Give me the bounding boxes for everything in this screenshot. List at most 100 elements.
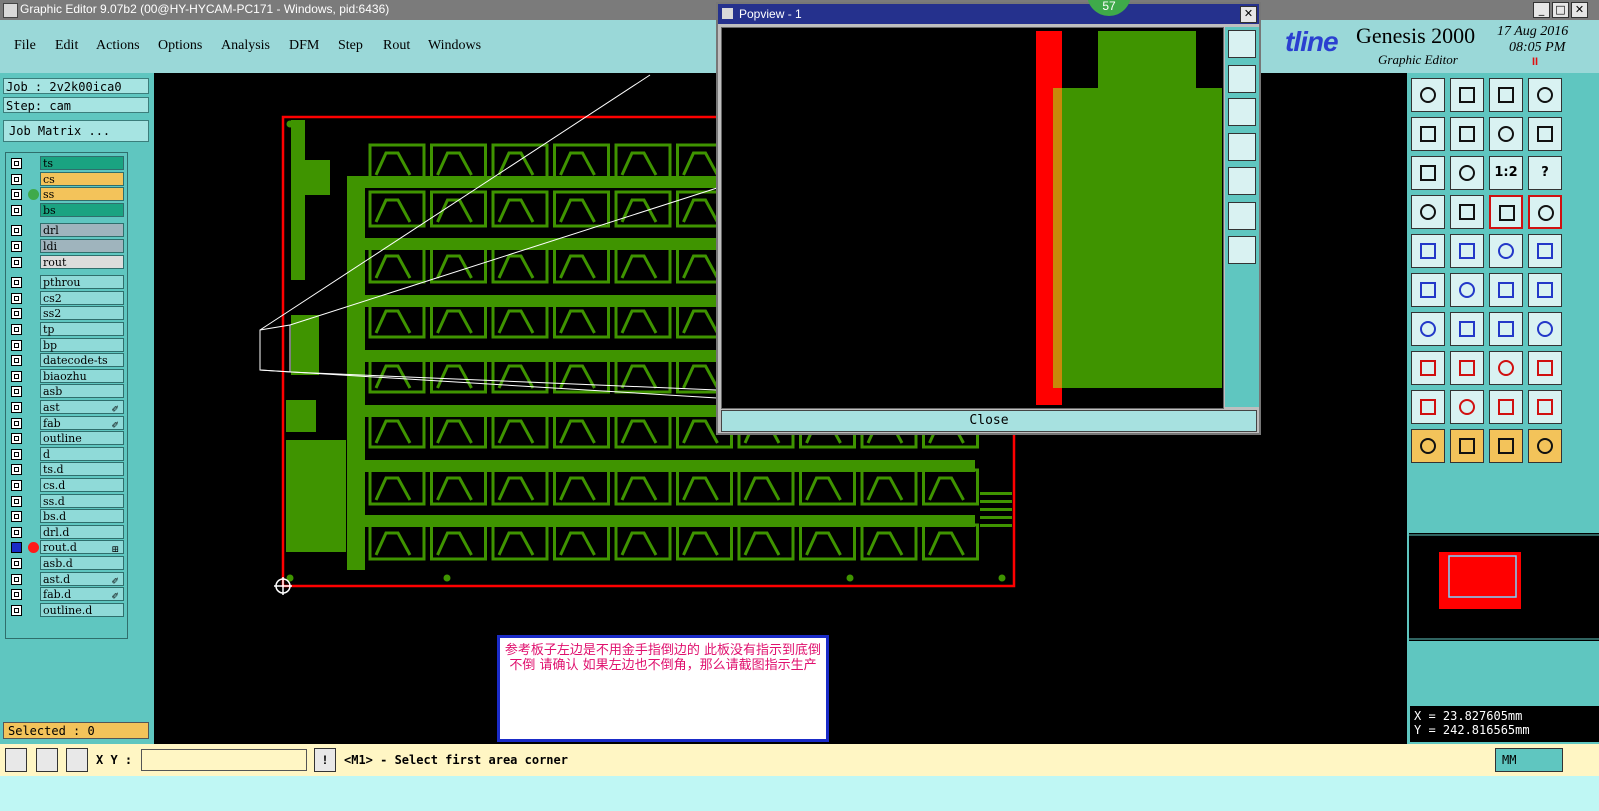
popview-zoom-home-icon[interactable] xyxy=(1228,30,1256,58)
menu-actions[interactable]: Actions xyxy=(96,38,140,54)
layer-name[interactable]: datecode-ts xyxy=(40,353,124,368)
redo-shape-icon[interactable] xyxy=(1528,117,1562,151)
menu-file[interactable]: File xyxy=(14,38,36,54)
layer-checkbox[interactable] xyxy=(11,339,22,351)
layer-row[interactable]: asb xyxy=(6,384,127,399)
layer-checkbox[interactable] xyxy=(11,158,22,169)
move-left-icon[interactable] xyxy=(1411,117,1445,151)
menu-rout[interactable]: Rout xyxy=(383,38,410,54)
pointer-select-icon[interactable] xyxy=(1450,429,1484,463)
window-split-icon[interactable] xyxy=(1528,78,1562,112)
snap-center-icon[interactable] xyxy=(1528,273,1562,307)
layer-checkbox[interactable] xyxy=(11,573,22,585)
menu-options[interactable]: Options xyxy=(158,38,202,54)
ruler-icon[interactable] xyxy=(1489,234,1523,268)
layer-name[interactable]: asb.d xyxy=(40,556,124,570)
layer-name[interactable]: cs.d xyxy=(40,478,124,492)
layer-row[interactable]: biaozhu xyxy=(6,368,127,384)
layer-row[interactable]: ss2 xyxy=(6,306,127,321)
layer-name[interactable]: outline xyxy=(40,431,124,446)
home-icon[interactable] xyxy=(1489,78,1523,112)
layer-row[interactable]: ss xyxy=(6,187,127,202)
layer-checkbox[interactable] xyxy=(11,433,22,445)
layer-name[interactable]: ss2 xyxy=(40,306,124,321)
menu-step[interactable]: Step xyxy=(338,38,363,54)
align-icon[interactable] xyxy=(1411,351,1445,385)
popview-pan-left-icon[interactable] xyxy=(1228,133,1256,161)
pointer-icon[interactable] xyxy=(1411,429,1445,463)
menu-windows[interactable]: Windows xyxy=(428,38,481,54)
select-pad-icon[interactable] xyxy=(1411,234,1445,268)
popview-pan-up-icon[interactable] xyxy=(1228,65,1256,93)
menu-analysis[interactable]: Analysis xyxy=(221,38,270,54)
layer-name[interactable]: fab ✐ xyxy=(40,415,124,431)
popview-close-button[interactable]: Close xyxy=(721,410,1257,432)
layer-row[interactable]: ast ✐ xyxy=(6,400,127,415)
snap-mode-icon[interactable] xyxy=(5,748,27,772)
layer-checkbox[interactable] xyxy=(11,324,22,335)
connect-icon[interactable] xyxy=(1411,273,1445,307)
measure-width-icon[interactable] xyxy=(1489,351,1523,385)
popview-zoom-out-icon[interactable] xyxy=(1228,236,1256,264)
layer-checkbox[interactable] xyxy=(11,204,22,216)
help-icon[interactable]: ? xyxy=(1528,156,1562,190)
layer-row[interactable]: outline xyxy=(6,431,127,446)
layer-name[interactable]: bs.d xyxy=(40,509,124,524)
popview-zoom-in-icon[interactable] xyxy=(1228,202,1256,230)
draw-line-icon[interactable] xyxy=(1450,234,1484,268)
layer-checkbox[interactable] xyxy=(11,495,22,507)
slope-icon[interactable] xyxy=(1450,312,1484,346)
layer-name[interactable]: ss.d xyxy=(40,493,124,508)
close-button[interactable]: ✕ xyxy=(1571,2,1588,18)
measure-mode-icon[interactable] xyxy=(36,748,58,772)
layer-name[interactable]: ts xyxy=(40,156,124,170)
layer-toggle-icon[interactable] xyxy=(1489,195,1523,229)
layer-name[interactable]: fab.d ✐ xyxy=(40,587,124,602)
shape-icon[interactable] xyxy=(1528,351,1562,385)
layer-row[interactable]: cs2 xyxy=(6,290,127,306)
layer-name[interactable]: asb xyxy=(40,384,124,399)
layer-row[interactable]: drl.d xyxy=(6,524,127,540)
popview-zoom-view[interactable] xyxy=(721,27,1224,409)
layer-name[interactable]: d xyxy=(40,446,124,461)
angle-icon[interactable] xyxy=(1411,312,1445,346)
scale-1-2-icon[interactable]: 1:2 xyxy=(1489,156,1523,190)
layer-checkbox[interactable] xyxy=(11,511,22,523)
layer-name[interactable]: bp xyxy=(40,337,124,352)
move-down-icon[interactable] xyxy=(1450,78,1484,112)
layer-checkbox[interactable] xyxy=(11,604,22,616)
triangle-a-icon[interactable] xyxy=(1411,390,1445,424)
triangle-c-icon[interactable] xyxy=(1489,390,1523,424)
layer-name[interactable]: ts.d xyxy=(40,462,124,477)
layer-row[interactable]: fab ✐ xyxy=(6,415,127,431)
layer-row[interactable]: ldi xyxy=(6,239,127,254)
pointer-route-icon[interactable] xyxy=(1528,429,1562,463)
layer-row[interactable]: ts xyxy=(6,156,127,171)
layer-name[interactable]: outline.d xyxy=(40,602,124,617)
probe-icon[interactable] xyxy=(1450,195,1484,229)
cross-icon[interactable] xyxy=(1450,273,1484,307)
layer-row[interactable]: cs xyxy=(6,171,127,187)
layer-row[interactable]: rout xyxy=(6,254,127,270)
move-right-icon[interactable] xyxy=(1450,117,1484,151)
layer-checkbox[interactable] xyxy=(11,277,22,289)
layer-row[interactable]: cs.d xyxy=(6,478,127,493)
overview-minimap[interactable] xyxy=(1409,533,1599,641)
layer-row[interactable]: ast.d ✐ xyxy=(6,571,127,587)
warning-button[interactable]: ! xyxy=(314,748,336,772)
layer-row[interactable]: fab.d ✐ xyxy=(6,587,127,602)
layer-row[interactable]: d xyxy=(6,446,127,462)
layer-checkbox[interactable] xyxy=(11,542,22,554)
layer-row[interactable]: datecode-ts xyxy=(6,353,127,368)
layer-checkbox[interactable] xyxy=(11,189,22,201)
layer-checkbox[interactable] xyxy=(11,173,22,185)
fit-all-icon[interactable] xyxy=(1450,156,1484,190)
layer-row[interactable]: ts.d xyxy=(6,462,127,477)
layer-row[interactable]: tp xyxy=(6,322,127,337)
pointer-edit-icon[interactable] xyxy=(1489,429,1523,463)
layer-name[interactable]: drl xyxy=(40,223,124,238)
move-up-icon[interactable] xyxy=(1411,78,1445,112)
layer-name[interactable]: pthrou xyxy=(40,275,124,290)
layer-checkbox[interactable] xyxy=(11,448,22,460)
layer-name[interactable]: biaozhu xyxy=(40,368,124,383)
